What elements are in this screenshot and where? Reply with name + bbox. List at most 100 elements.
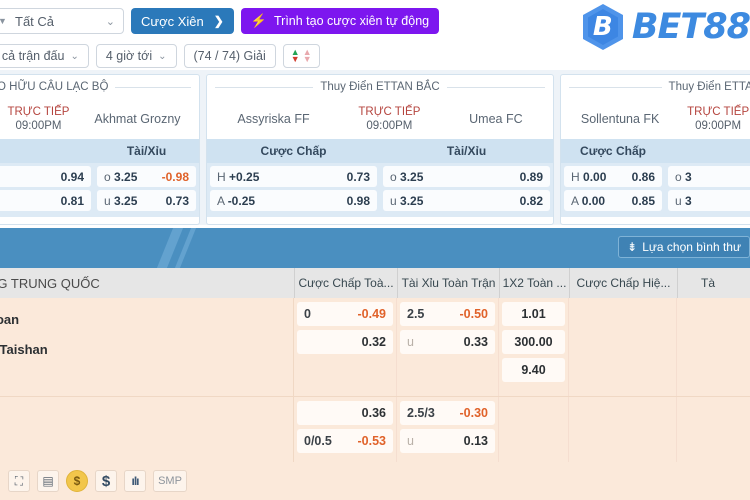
filter-time-range[interactable]: 4 giờ tới ⌄: [95, 44, 177, 68]
table-row-markets: 0.36 0/0.5 -0.53 2.5/3 -0.30 u 0.13: [294, 397, 750, 462]
odds-price: 300.00: [514, 335, 553, 349]
odds-label: u 3: [675, 193, 692, 208]
cell-1x2-full: 1.01 300.00 9.40: [499, 298, 569, 396]
odds-row[interactable]: 0.94: [0, 166, 91, 187]
column-header-overunder-live[interactable]: Tà: [677, 268, 738, 298]
promo-banner: ⇟ Lựa chọn bình thư: [0, 228, 750, 268]
league-name: Thuy Điển ETTAN: [668, 81, 750, 93]
bars-glyph: ıIı: [131, 474, 139, 488]
home-team-name: Sollentuna FK: [580, 112, 660, 126]
coin-icon[interactable]: $: [66, 470, 88, 492]
odds-row[interactable]: 1.01: [502, 302, 565, 326]
total-line: 2.5/3: [407, 406, 435, 420]
auto-parlay-builder-button[interactable]: ⚡ Trình tạo cược xiên tự động: [240, 8, 440, 34]
match-card[interactable]: O HỮU CÂU LẠC BỘ TRỰC TIẾP 09:00PM Akhma…: [0, 74, 200, 225]
match-time: 09:00PM: [366, 120, 413, 132]
market-title-handicap: Cược Chấp: [580, 144, 646, 158]
odds-row[interactable]: 0.32: [297, 330, 393, 354]
odds-row[interactable]: 0.81: [0, 190, 91, 211]
odds-row[interactable]: u 3.25 0.82: [383, 190, 550, 211]
match-card[interactable]: Thuy Điển ETTAN Sollentuna FK TRỰC TIẾP …: [560, 74, 750, 225]
live-label: TRỰC TIẾP: [687, 106, 750, 118]
table-row: 0.36 0/0.5 -0.53 2.5/3 -0.30 u 0.13: [0, 396, 750, 462]
top-toolbar-row-primary: ▼ Tất Cả ⌄ Cược Xiên ❯ ⚡ Trình tạo cược …: [0, 4, 750, 50]
odds-row[interactable]: u 3: [668, 190, 750, 211]
table-row-teams[interactable]: [0, 397, 294, 462]
coin-glyph: $: [73, 474, 81, 488]
odds-row[interactable]: A -0.25 0.98: [210, 190, 377, 211]
odds-value: 0.94: [60, 169, 84, 184]
odds-value: 0.82: [519, 193, 543, 208]
sport-filter-dropdown[interactable]: ▼ Tất Cả ⌄: [0, 8, 124, 34]
odds-row[interactable]: o 3.25 -0.98: [97, 166, 196, 187]
odds-row[interactable]: 9.40: [502, 358, 565, 382]
handicap-line: 0: [304, 307, 311, 321]
odds-row[interactable]: 0 -0.49: [297, 302, 393, 326]
dropdown-left-caret-icon: ▼: [0, 16, 7, 26]
column-header-overunder-full[interactable]: Tài Xỉu Toàn Trận: [397, 268, 499, 298]
match-card[interactable]: Thuy Điển ETTAN BẮC Assyriska FF TRỰC TI…: [206, 74, 554, 225]
table-row-teams[interactable]: uoan g Taishan: [0, 298, 294, 396]
divider-line: [215, 86, 314, 88]
odds-row[interactable]: 300.00: [502, 330, 565, 354]
odds-row[interactable]: H +0.25 0.73: [210, 166, 377, 187]
lightning-icon: ⚡: [250, 13, 267, 28]
market-title-handicap: Cược Chấp: [260, 144, 327, 158]
divider-line: [115, 86, 191, 88]
odds-label: A -0.25: [217, 193, 256, 208]
odds-row[interactable]: A 0.00 0.85: [564, 190, 662, 211]
odds-value: 0.98: [346, 193, 370, 208]
odds-row[interactable]: H 0.00 0.86: [564, 166, 662, 187]
smp-icon[interactable]: SMP: [153, 470, 187, 492]
sort-arrows-secondary-icon: ▲ ▼: [302, 47, 312, 64]
filter-all-matches[interactable]: ất cả trận đấu ⌄: [0, 44, 89, 68]
logo-wordmark: BET88: [631, 7, 750, 47]
handicap-line: 0/0.5: [304, 434, 332, 448]
odds-price: -0.50: [459, 307, 489, 321]
odds-label: H 0.00: [571, 169, 607, 184]
odds-value: 0.73: [165, 193, 189, 208]
odds-row[interactable]: 2.5 -0.50: [400, 302, 495, 326]
odds-price: 1.01: [521, 307, 546, 321]
column-header-handicap-full[interactable]: Cược Chấp Toà...: [294, 268, 397, 298]
dollar-glyph: $: [101, 472, 111, 490]
stack-icon[interactable]: ▤: [37, 470, 59, 492]
cell-handicap-full: 0 -0.49 0.32: [294, 298, 397, 396]
bars-icon[interactable]: ıIı: [124, 470, 146, 492]
odds-row[interactable]: u 0.33: [400, 330, 495, 354]
odds-row[interactable]: 0.36: [297, 401, 393, 425]
odds-row[interactable]: 2.5/3 -0.30: [400, 401, 495, 425]
dollar-icon[interactable]: $: [95, 470, 117, 492]
chevron-right-icon: ❯: [213, 14, 224, 28]
filter-league-count[interactable]: (74 / 74) Giải: [183, 44, 276, 68]
odds-row[interactable]: 0/0.5 -0.53: [297, 429, 393, 453]
filter-all-matches-label: ất cả trận đấu: [0, 49, 65, 63]
odds-column-handicap: 0.94 0.81: [0, 163, 94, 217]
odds-row[interactable]: u 3.25 0.73: [97, 190, 196, 211]
parlay-button-label: Cược Xiên: [141, 13, 204, 29]
odds-value: 0.85: [631, 193, 655, 208]
parlay-button[interactable]: Cược Xiên ❯: [131, 8, 234, 34]
odds-row[interactable]: o 3: [668, 166, 750, 187]
filter-league-count-label: (74 / 74) Giải: [193, 49, 266, 63]
normal-selection-button[interactable]: ⇟ Lựa chọn bình thư: [618, 236, 750, 258]
odds-price: -0.49: [357, 307, 387, 321]
odds-row[interactable]: u 0.13: [400, 429, 495, 453]
sort-order-toggle[interactable]: ▲ ▼ ▲ ▼: [282, 44, 320, 68]
featured-match-cards: O HỮU CÂU LẠC BỘ TRỰC TIẾP 09:00PM Akhma…: [0, 70, 750, 225]
field-icon[interactable]: ⛶: [8, 470, 30, 492]
column-header-1x2-full[interactable]: 1X2 Toàn ...: [499, 268, 569, 298]
away-team-name: g Taishan: [0, 342, 48, 357]
match-card-market-headers: Cược Chấp Tài/Xỉu: [207, 139, 553, 163]
home-team-name: Assyriska FF: [237, 112, 310, 126]
odds-column-handicap: H 0.00 0.86 A 0.00 0.85: [561, 163, 665, 217]
live-label: TRỰC TIẾP: [7, 106, 70, 118]
match-card-teams: Sollentuna FK TRỰC TIẾP 09:00PM: [561, 99, 750, 139]
home-team-name: uoan: [0, 312, 20, 327]
odds-column-overunder: o 3.25 0.89 u 3.25 0.82: [380, 163, 553, 217]
odds-row[interactable]: o 3.25 0.89: [383, 166, 550, 187]
divider-line: [446, 86, 546, 88]
logo-letter-b: B: [592, 12, 613, 42]
odds-column-overunder: o 3.25 -0.98 u 3.25 0.73: [94, 163, 199, 217]
column-header-handicap-live[interactable]: Cược Chấp Hiệ...: [569, 268, 677, 298]
